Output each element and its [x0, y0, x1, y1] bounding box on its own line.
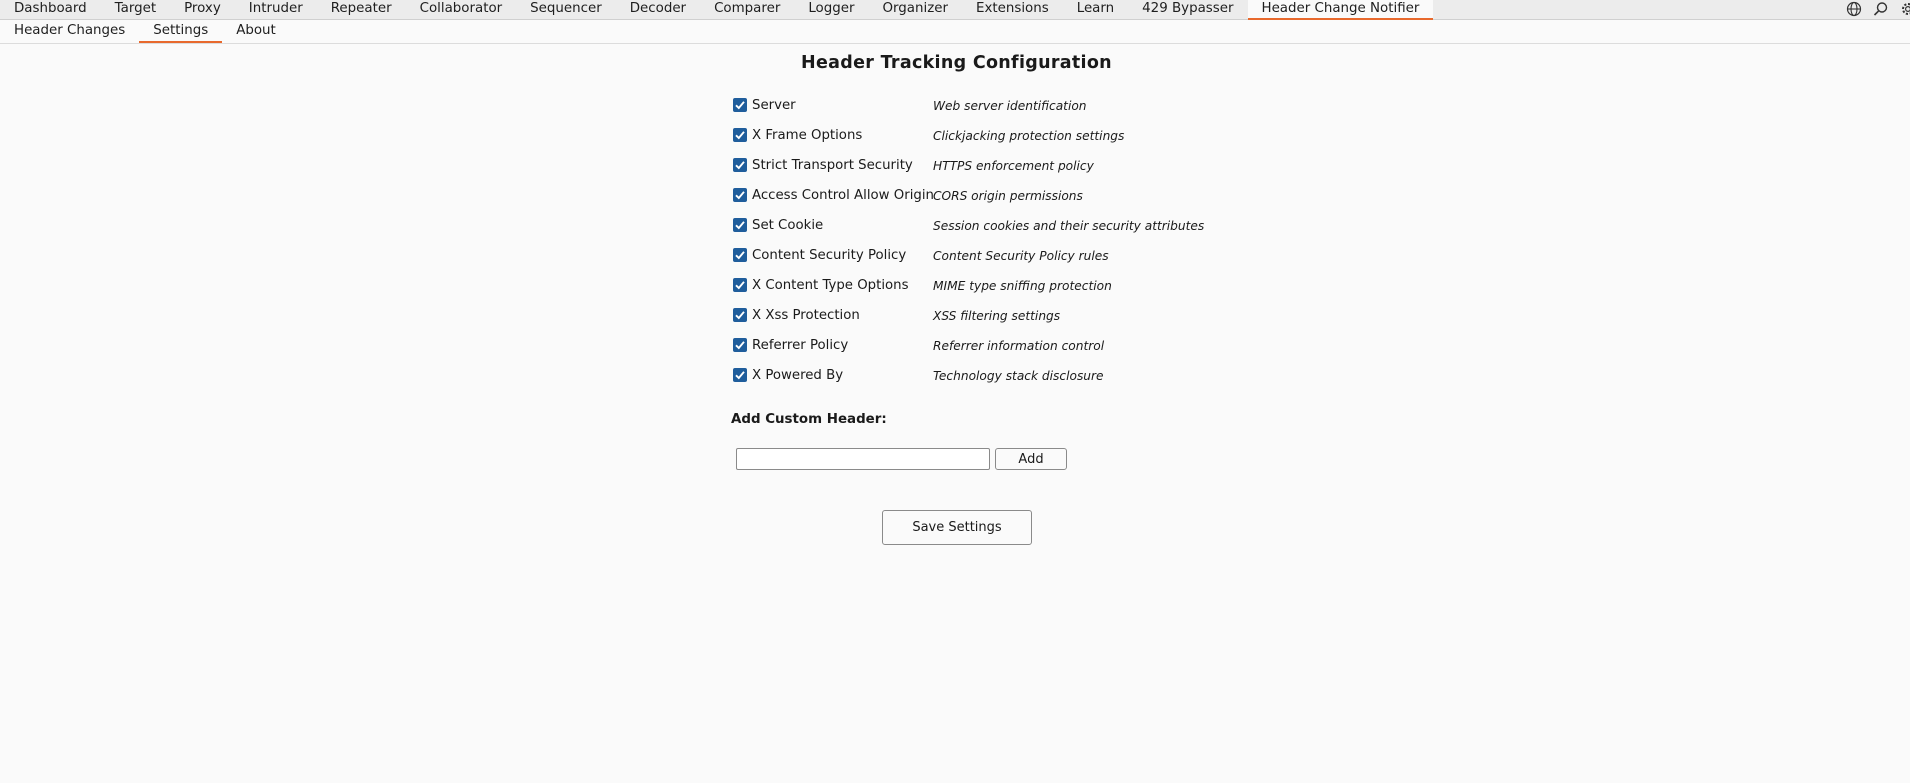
custom-header-input[interactable]	[736, 448, 990, 470]
header-checkbox[interactable]	[733, 158, 747, 172]
header-checkbox[interactable]	[733, 188, 747, 202]
top-tab-repeater[interactable]: Repeater	[317, 0, 406, 20]
top-tab-intruder[interactable]: Intruder	[235, 0, 317, 20]
header-option-row: Set Cookie Session cookies and their secu…	[733, 218, 1233, 248]
header-option-row: Content Security Policy Content Security …	[733, 248, 1233, 278]
header-option-description: Technology stack disclosure	[933, 369, 1104, 383]
header-checkbox-list: Server Web server identification X Frame O…	[733, 98, 1233, 398]
header-option-label[interactable]: X Powered By	[752, 368, 843, 383]
globe-icon[interactable]	[1846, 1, 1862, 17]
top-tab-decoder[interactable]: Decoder	[616, 0, 700, 20]
header-checkbox[interactable]	[733, 98, 747, 112]
sub-tab-about[interactable]: About	[222, 20, 290, 43]
header-option-description: Referrer information control	[933, 339, 1105, 353]
search-icon[interactable]	[1873, 1, 1889, 17]
save-settings-button[interactable]: Save Settings	[882, 510, 1032, 545]
sub-tab-settings[interactable]: Settings	[139, 20, 223, 43]
settings-icon[interactable]	[1900, 1, 1910, 17]
header-option-label[interactable]: Server	[752, 98, 796, 113]
header-option-row: X Content Type Options MIME type sniffing…	[733, 278, 1233, 308]
top-tab-dashboard[interactable]: Dashboard	[0, 0, 101, 20]
header-option-label[interactable]: Referrer Policy	[752, 338, 848, 353]
header-option-label[interactable]: X Content Type Options	[752, 278, 909, 293]
header-option-row: X Frame Options Clickjacking protection s…	[733, 128, 1233, 158]
header-option-row: Server Web server identification	[733, 98, 1233, 128]
header-checkbox[interactable]	[733, 338, 747, 352]
header-option-label[interactable]: Content Security Policy	[752, 248, 906, 263]
header-option-description: MIME type sniffing protection	[933, 279, 1112, 293]
extension-sub-tab-bar: Header Changes Settings About	[0, 20, 1910, 44]
header-checkbox[interactable]	[733, 218, 747, 232]
header-checkbox[interactable]	[733, 278, 747, 292]
top-tab-sequencer[interactable]: Sequencer	[516, 0, 616, 20]
header-option-description: XSS filtering settings	[933, 309, 1061, 323]
header-checkbox[interactable]	[733, 368, 747, 382]
top-tab-extensions[interactable]: Extensions	[962, 0, 1063, 20]
top-tab-organizer[interactable]: Organizer	[869, 0, 963, 20]
header-option-row: Strict Transport Security HTTPS enforceme…	[733, 158, 1233, 188]
top-tab-proxy[interactable]: Proxy	[170, 0, 235, 20]
top-tab-logger[interactable]: Logger	[794, 0, 868, 20]
header-option-row: Access Control Allow Origin CORS origin p…	[733, 188, 1233, 218]
header-option-label[interactable]: X Xss Protection	[752, 308, 860, 323]
header-option-row: X Powered By Technology stack disclosure	[733, 368, 1233, 398]
header-option-description: Web server identification	[933, 99, 1087, 113]
top-tab-collaborator[interactable]: Collaborator	[406, 0, 517, 20]
header-option-row: Referrer Policy Referrer information cont…	[733, 338, 1233, 368]
main-tab-bar: Dashboard Target Proxy Intruder Repeater Coll…	[0, 0, 1910, 20]
top-tab-target[interactable]: Target	[101, 0, 170, 20]
header-option-label[interactable]: Strict Transport Security	[752, 158, 913, 173]
header-option-description: Content Security Policy rules	[933, 249, 1109, 263]
header-option-description: Session cookies and their security attri…	[933, 219, 1205, 233]
header-option-label[interactable]: Access Control Allow Origin	[752, 188, 934, 203]
top-tab-429-bypasser[interactable]: 429 Bypasser	[1128, 0, 1247, 20]
header-checkbox[interactable]	[733, 308, 747, 322]
header-option-label[interactable]: Set Cookie	[752, 218, 823, 233]
header-option-label[interactable]: X Frame Options	[752, 128, 862, 143]
header-option-description: Clickjacking protection settings	[933, 129, 1125, 143]
header-option-row: X Xss Protection XSS filtering settings	[733, 308, 1233, 338]
sub-tab-header-changes[interactable]: Header Changes	[0, 20, 139, 43]
page-title: Header Tracking Configuration	[801, 53, 1112, 73]
top-tab-header-change-notifier[interactable]: Header Change Notifier	[1247, 0, 1434, 20]
custom-header-label: Add Custom Header:	[731, 412, 887, 427]
add-custom-header-button[interactable]: Add	[995, 448, 1067, 470]
header-option-description: HTTPS enforcement policy	[933, 159, 1094, 173]
top-tab-learn[interactable]: Learn	[1063, 0, 1128, 20]
header-checkbox[interactable]	[733, 248, 747, 262]
top-tab-comparer[interactable]: Comparer	[700, 0, 794, 20]
header-option-description: CORS origin permissions	[933, 189, 1083, 203]
header-checkbox[interactable]	[733, 128, 747, 142]
